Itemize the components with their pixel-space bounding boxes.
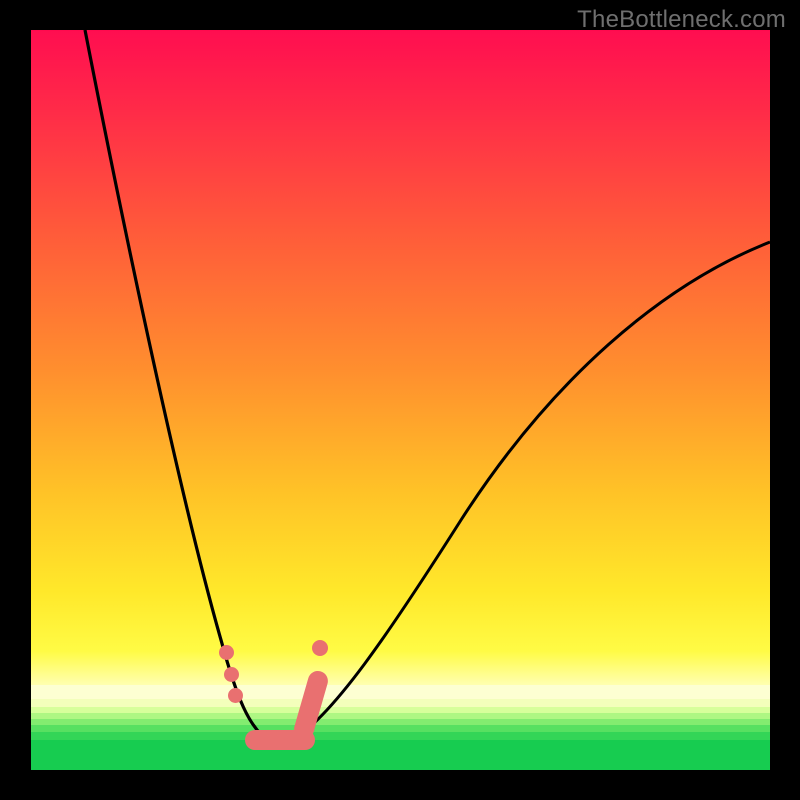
marker-dot (228, 688, 243, 703)
right-curve (289, 242, 770, 742)
marker-dot (224, 667, 239, 682)
marker-dot (219, 645, 234, 660)
plot-area (31, 30, 770, 770)
bottleneck-curves (31, 30, 770, 770)
chart-frame: TheBottleneck.com (0, 0, 800, 800)
left-curve (85, 30, 271, 742)
watermark-label: TheBottleneck.com (577, 6, 786, 34)
marker-dot (312, 640, 328, 656)
